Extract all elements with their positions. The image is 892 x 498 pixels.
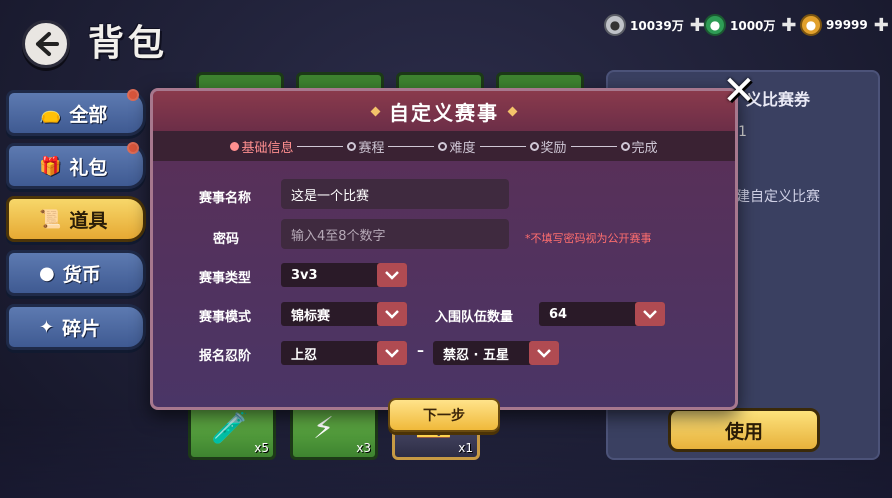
step-connector <box>479 145 526 147</box>
custom-event-dialog: 自定义赛事 ✕ 基础信息 赛程 难度 奖励 完成 赛事名称 这是一个比赛 密码 … <box>150 68 756 410</box>
currency-gold: ● 99999 ✚ <box>800 14 889 36</box>
step-dot <box>438 141 448 151</box>
step-label: 赛程 <box>358 140 385 156</box>
event-name-input[interactable]: 这是一个比赛 <box>281 179 509 209</box>
password-label: 密码 <box>213 232 240 247</box>
password-hint: *不填写密码视为公开赛事 <box>525 232 652 245</box>
item-detail-count: 1 <box>738 124 747 140</box>
sidebar-item-label: 碎片 <box>62 317 101 340</box>
scroll-item-icon: 🧪 <box>211 411 249 446</box>
add-green-button[interactable]: ✚ <box>781 15 796 36</box>
green-gem-icon: ● <box>704 14 726 36</box>
chevron-down-icon <box>377 341 407 365</box>
step-connector <box>570 145 617 147</box>
diamond-icon <box>370 106 381 116</box>
chevron-down-icon <box>377 302 407 326</box>
event-name-label: 赛事名称 <box>199 191 252 206</box>
item-count: x3 <box>356 441 371 455</box>
currency-silver: ● 10039万 ✚ <box>604 14 705 36</box>
sidebar-item-label: 全部 <box>69 103 108 126</box>
diamond-icon <box>507 106 518 116</box>
item-detail-desc: 建自定义比赛 <box>736 189 820 205</box>
close-button[interactable]: ✕ <box>719 68 759 114</box>
scroll-icon: 📜 <box>39 208 62 230</box>
step-basic-info: 基础信息 <box>230 137 293 156</box>
add-silver-button[interactable]: ✚ <box>690 15 705 36</box>
claw-item-icon: ⚡ <box>313 411 335 446</box>
step-label: 难度 <box>449 140 476 156</box>
gift-icon: 🎁 <box>39 155 62 177</box>
sidebar-item-all[interactable]: 👝 全部 <box>6 89 146 136</box>
event-mode-label: 赛事模式 <box>199 310 252 325</box>
step-connector <box>388 145 435 147</box>
bag-icon: 👝 <box>39 102 62 124</box>
use-button[interactable]: 使用 <box>668 408 820 452</box>
password-input[interactable]: 输入4至8个数字 <box>281 219 509 249</box>
sidebar-item-label: 礼包 <box>69 156 108 179</box>
event-type-label: 赛事类型 <box>199 271 252 286</box>
step-dot <box>230 141 240 151</box>
sidebar-item-label: 货币 <box>62 263 101 286</box>
chevron-down-icon <box>377 263 407 287</box>
team-count-label: 入围队伍数量 <box>435 310 514 325</box>
notification-dot <box>127 89 139 101</box>
arrow-left-icon <box>36 32 59 56</box>
sidebar-item-props[interactable]: 📜 道具 <box>6 196 146 242</box>
step-schedule: 赛程 <box>347 137 384 156</box>
sidebar-item-label: 道具 <box>69 209 108 232</box>
step-reward: 奖励 <box>529 137 567 156</box>
event-type-value: 3v3 <box>291 267 318 283</box>
step-difficulty: 难度 <box>438 137 476 156</box>
add-gold-button[interactable]: ✚ <box>874 15 889 36</box>
chevron-down-icon <box>529 341 559 365</box>
dialog-title: 自定义赛事 <box>389 100 499 125</box>
step-finish: 完成 <box>620 137 658 156</box>
team-count-select[interactable]: 64 <box>539 302 665 326</box>
next-step-button[interactable]: 下一步 <box>388 398 500 432</box>
chevron-down-icon <box>635 302 665 326</box>
gold-gem-icon: ● <box>800 14 822 36</box>
sidebar-item-gift[interactable]: 🎁 礼包 <box>6 142 146 189</box>
back-button[interactable] <box>22 20 70 68</box>
item-count: x1 <box>458 441 473 455</box>
step-dot <box>529 141 539 151</box>
item-slot[interactable]: ⚡ x3 <box>290 402 378 460</box>
step-dot <box>347 141 357 151</box>
rank-min-value: 上忍 <box>291 347 318 363</box>
team-count-value: 64 <box>549 306 568 322</box>
close-icon: ✕ <box>722 68 756 114</box>
step-label: 基础信息 <box>241 140 294 156</box>
top-bar: 背包 ● 10039万 ✚ ● 1000万 ✚ ● 99999 ✚ <box>0 0 892 70</box>
dialog-header: 自定义赛事 <box>153 91 735 131</box>
event-mode-select[interactable]: 锦标赛 <box>281 302 407 326</box>
currency-green: ● 1000万 ✚ <box>704 14 797 36</box>
currency-green-value: 1000万 <box>730 18 776 33</box>
step-progress: 基础信息 赛程 难度 奖励 完成 <box>153 131 735 161</box>
sidebar-item-shard[interactable]: ✦ 碎片 <box>6 304 146 350</box>
item-count: x5 <box>254 441 269 455</box>
step-connector <box>297 145 344 147</box>
silver-coin-icon: ● <box>604 14 626 36</box>
step-label: 奖励 <box>540 140 567 156</box>
rank-separator: – <box>417 343 424 359</box>
step-dot <box>620 141 630 151</box>
item-slot[interactable]: 🧪 x5 <box>188 402 276 460</box>
currency-gold-value: 99999 <box>826 18 868 32</box>
rank-max-select[interactable]: 禁忍 · 五星 <box>433 341 559 365</box>
event-type-select[interactable]: 3v3 <box>281 263 407 287</box>
rank-label: 报名忍阶 <box>199 349 252 364</box>
coin-icon: ● <box>39 262 55 284</box>
notification-dot <box>127 142 139 154</box>
rank-min-select[interactable]: 上忍 <box>281 341 407 365</box>
sidebar-item-currency[interactable]: ● 货币 <box>6 250 146 296</box>
rank-max-value: 禁忍 · 五星 <box>443 347 509 363</box>
page-title: 背包 <box>88 22 169 64</box>
shard-icon: ✦ <box>39 316 55 338</box>
step-label: 完成 <box>631 140 658 156</box>
event-mode-value: 锦标赛 <box>291 308 331 324</box>
currency-silver-value: 10039万 <box>630 18 684 33</box>
